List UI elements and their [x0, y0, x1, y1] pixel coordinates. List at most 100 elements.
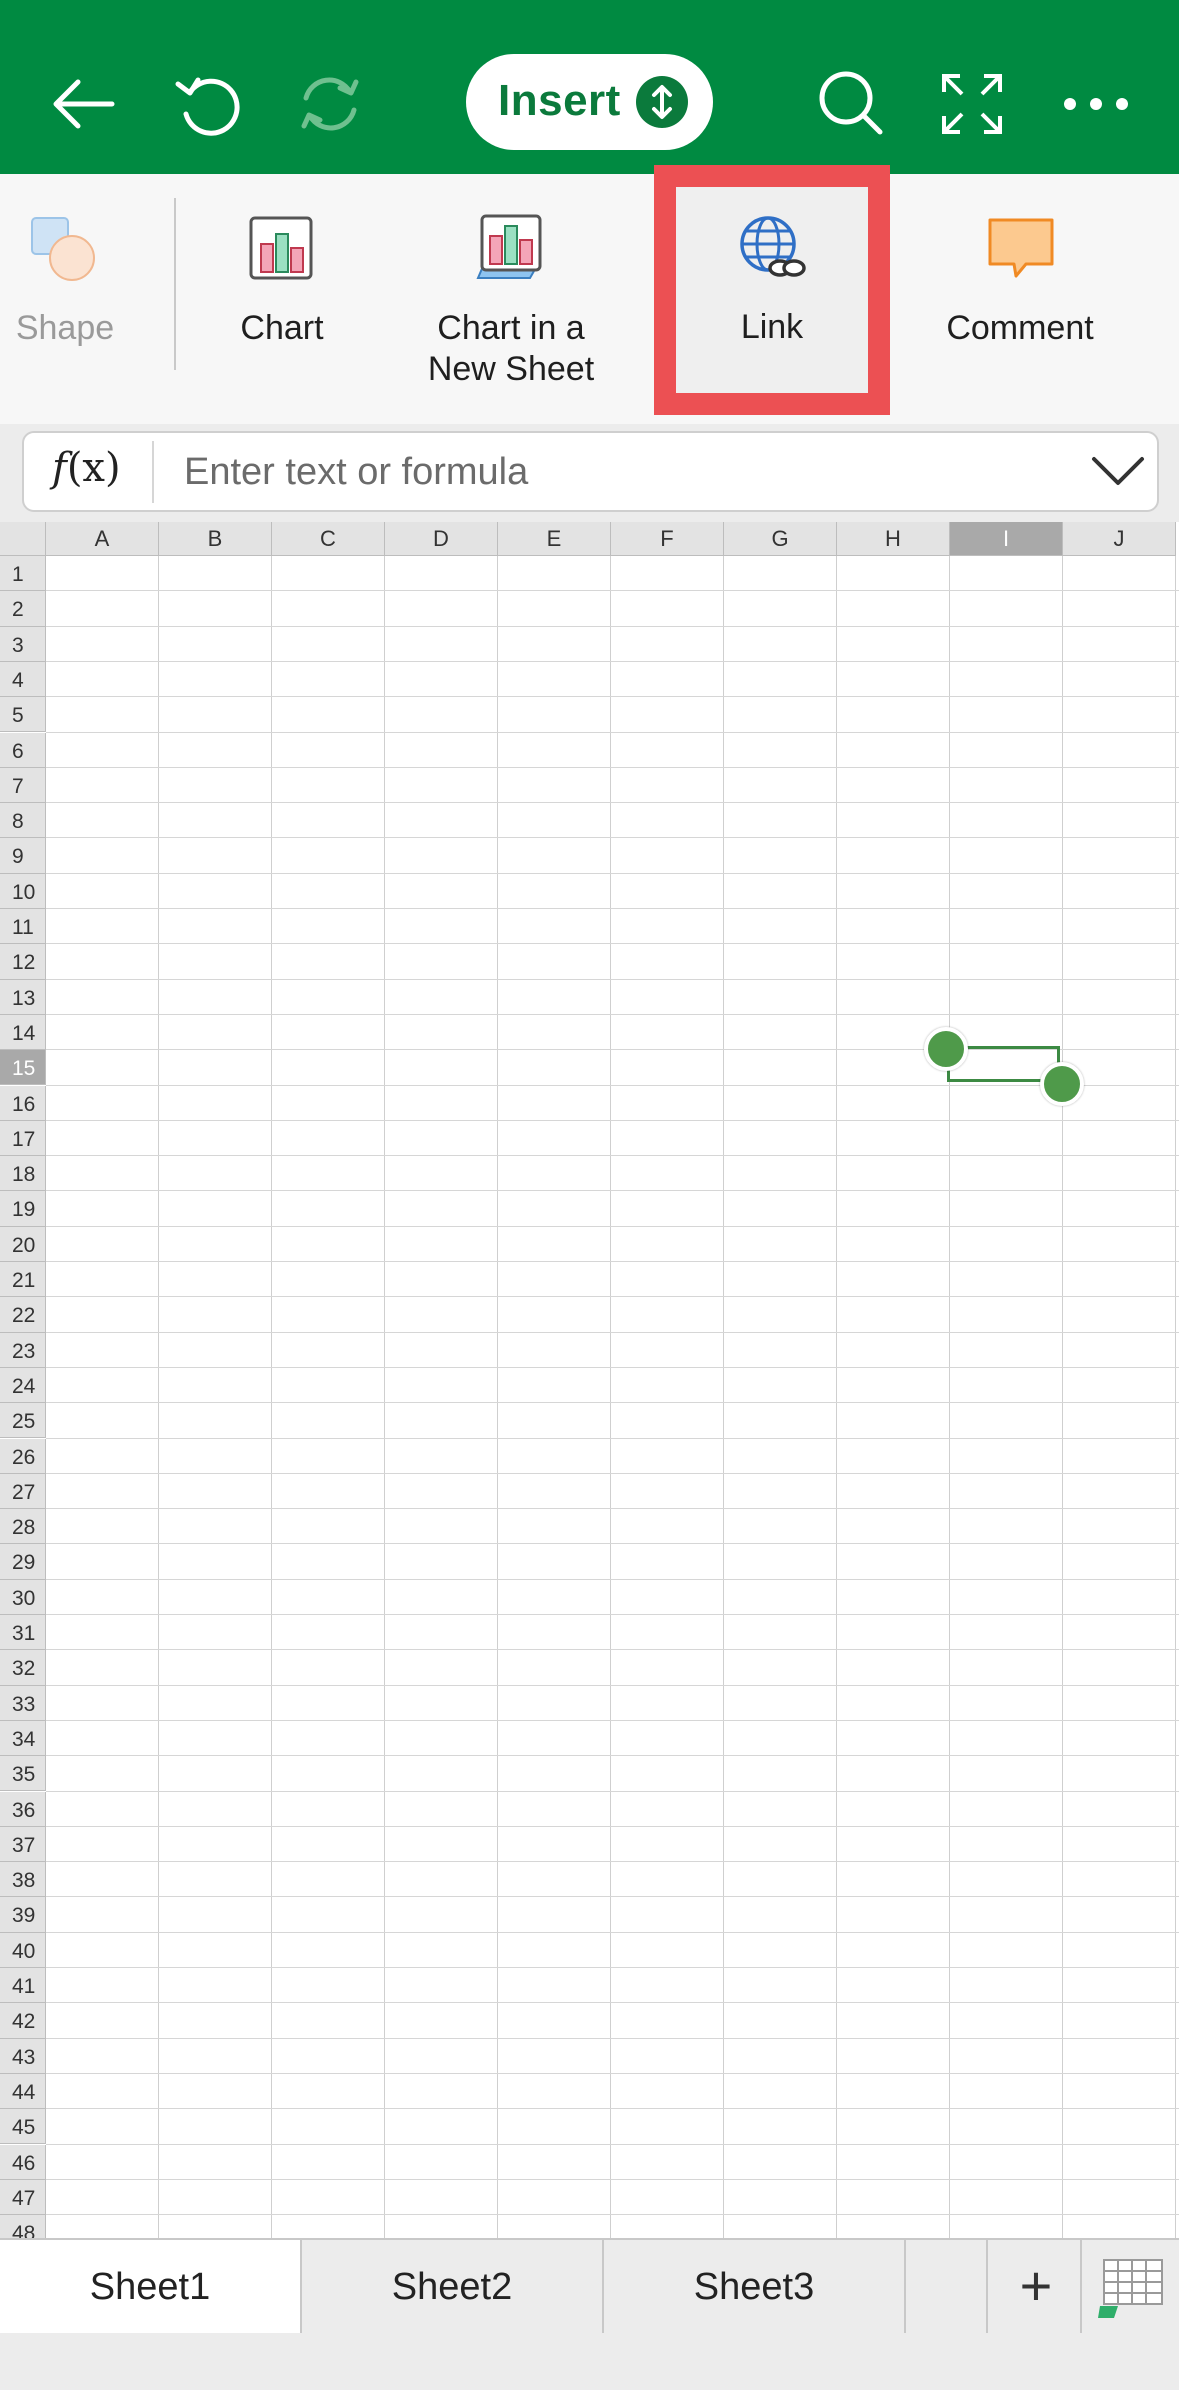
row-header-39[interactable]: 39	[0, 1897, 46, 1933]
grid-hline	[46, 1649, 1179, 1651]
row-header-18[interactable]: 18	[0, 1156, 46, 1192]
row-header-48[interactable]: 48	[0, 2215, 46, 2240]
selection-handle-bottom-right[interactable]	[1040, 1062, 1084, 1106]
redo-icon[interactable]	[288, 62, 372, 146]
row-header-47[interactable]: 47	[0, 2179, 46, 2216]
column-header-G[interactable]: G	[724, 522, 837, 556]
grid-hline	[46, 2002, 1179, 2004]
column-header-B[interactable]: B	[159, 522, 272, 556]
more-icon[interactable]	[1054, 62, 1138, 146]
grid-vline	[723, 556, 724, 2240]
row-header-41[interactable]: 41	[0, 1968, 46, 2004]
fullscreen-icon[interactable]	[930, 62, 1014, 146]
insert-tab-switcher[interactable]: Insert	[466, 54, 713, 150]
top-toolbar: Insert	[0, 0, 1179, 174]
column-header-D[interactable]: D	[385, 522, 498, 556]
row-header-32[interactable]: 32	[0, 1650, 46, 1686]
row-header-11[interactable]: 11	[0, 909, 46, 945]
shape-button[interactable]: Shape	[0, 174, 130, 424]
formula-separator	[152, 441, 154, 503]
row-header-38[interactable]: 38	[0, 1862, 46, 1898]
row-header-14[interactable]: 14	[0, 1014, 46, 1051]
chart-label: Chart	[240, 309, 324, 347]
sheet-tab-1[interactable]: Sheet1	[0, 2240, 302, 2335]
back-arrow-icon[interactable]	[42, 62, 126, 146]
row-header-31[interactable]: 31	[0, 1615, 46, 1651]
row-header-13[interactable]: 13	[0, 979, 46, 1015]
sheet-tab-3[interactable]: Sheet3	[604, 2240, 906, 2335]
link-globe-icon	[738, 214, 808, 284]
row-header-34[interactable]: 34	[0, 1720, 46, 1757]
search-icon[interactable]	[808, 62, 892, 146]
grid-hline	[46, 943, 1179, 945]
fx-label[interactable]: f(x)	[52, 445, 121, 491]
row-header-42[interactable]: 42	[0, 2003, 46, 2039]
row-header-8[interactable]: 8	[0, 803, 46, 839]
column-header-C[interactable]: C	[272, 522, 385, 556]
row-header-46[interactable]: 46	[0, 2144, 46, 2180]
row-header-45[interactable]: 45	[0, 2109, 46, 2145]
gridlines-toggle-icon[interactable]	[1096, 2256, 1166, 2322]
row-header-20[interactable]: 20	[0, 1226, 46, 1262]
row-header-24[interactable]: 24	[0, 1367, 46, 1404]
row-header-30[interactable]: 30	[0, 1579, 46, 1615]
row-header-23[interactable]: 23	[0, 1332, 46, 1368]
row-header-10[interactable]: 10	[0, 873, 46, 909]
grid-hline	[46, 2214, 1179, 2216]
row-header-21[interactable]: 21	[0, 1262, 46, 1298]
select-all-corner[interactable]	[0, 522, 46, 556]
sheet-tab-2[interactable]: Sheet2	[302, 2240, 604, 2335]
grid-hline	[46, 660, 1179, 662]
row-header-25[interactable]: 25	[0, 1403, 46, 1439]
link-button[interactable]: Link	[676, 187, 868, 393]
row-header-26[interactable]: 26	[0, 1438, 46, 1474]
grid-hline	[46, 766, 1179, 768]
row-header-15[interactable]: 15	[0, 1050, 46, 1086]
grid-hline	[46, 1013, 1179, 1015]
add-sheet-button[interactable]: +	[986, 2240, 1082, 2335]
row-header-33[interactable]: 33	[0, 1685, 46, 1721]
row-header-9[interactable]: 9	[0, 838, 46, 874]
grid-hline	[46, 1861, 1179, 1863]
row-header-36[interactable]: 36	[0, 1791, 46, 1827]
row-header-40[interactable]: 40	[0, 1932, 46, 1968]
column-header-I[interactable]: I	[950, 522, 1063, 556]
comment-icon	[986, 214, 1056, 284]
chart-in-new-sheet-button[interactable]: Chart in a New Sheet	[404, 174, 618, 424]
column-header-F[interactable]: F	[611, 522, 724, 556]
chevron-down-icon[interactable]	[1088, 451, 1148, 491]
row-header-35[interactable]: 35	[0, 1756, 46, 1792]
row-header-29[interactable]: 29	[0, 1544, 46, 1580]
column-header-H[interactable]: H	[837, 522, 950, 556]
grid-hline	[46, 978, 1179, 980]
grid-hline	[46, 1155, 1179, 1157]
row-header-28[interactable]: 28	[0, 1509, 46, 1545]
comment-button[interactable]: Comment	[920, 174, 1120, 424]
grid-vline	[271, 556, 272, 2240]
column-header-A[interactable]: A	[46, 522, 159, 556]
row-header-44[interactable]: 44	[0, 2073, 46, 2110]
undo-icon[interactable]	[166, 62, 250, 146]
row-header-37[interactable]: 37	[0, 1826, 46, 1863]
row-header-22[interactable]: 22	[0, 1297, 46, 1333]
row-header-4[interactable]: 4	[0, 661, 46, 698]
row-header-6[interactable]: 6	[0, 732, 46, 768]
row-header-12[interactable]: 12	[0, 944, 46, 980]
row-header-3[interactable]: 3	[0, 626, 46, 662]
row-header-16[interactable]: 16	[0, 1085, 46, 1121]
row-header-5[interactable]: 5	[0, 697, 46, 733]
formula-input[interactable]	[184, 443, 1064, 501]
column-header-J[interactable]: J	[1063, 522, 1176, 556]
row-header-17[interactable]: 17	[0, 1120, 46, 1157]
row-header-19[interactable]: 19	[0, 1191, 46, 1227]
grid-vline	[1175, 556, 1176, 2240]
row-header-2[interactable]: 2	[0, 591, 46, 627]
row-header-43[interactable]: 43	[0, 2038, 46, 2074]
row-header-7[interactable]: 7	[0, 767, 46, 804]
spreadsheet-grid[interactable]: ABCDEFGHIJ 1 2 3 4 5 6 7 8 9 10 11 12 13 14 15 16 17 18 19…	[0, 522, 1179, 2240]
column-header-E[interactable]: E	[498, 522, 611, 556]
chart-button[interactable]: Chart	[200, 174, 364, 424]
row-header-27[interactable]: 27	[0, 1473, 46, 1510]
selection-handle-top-left[interactable]	[924, 1027, 968, 1071]
row-header-1[interactable]: 1	[0, 556, 46, 592]
